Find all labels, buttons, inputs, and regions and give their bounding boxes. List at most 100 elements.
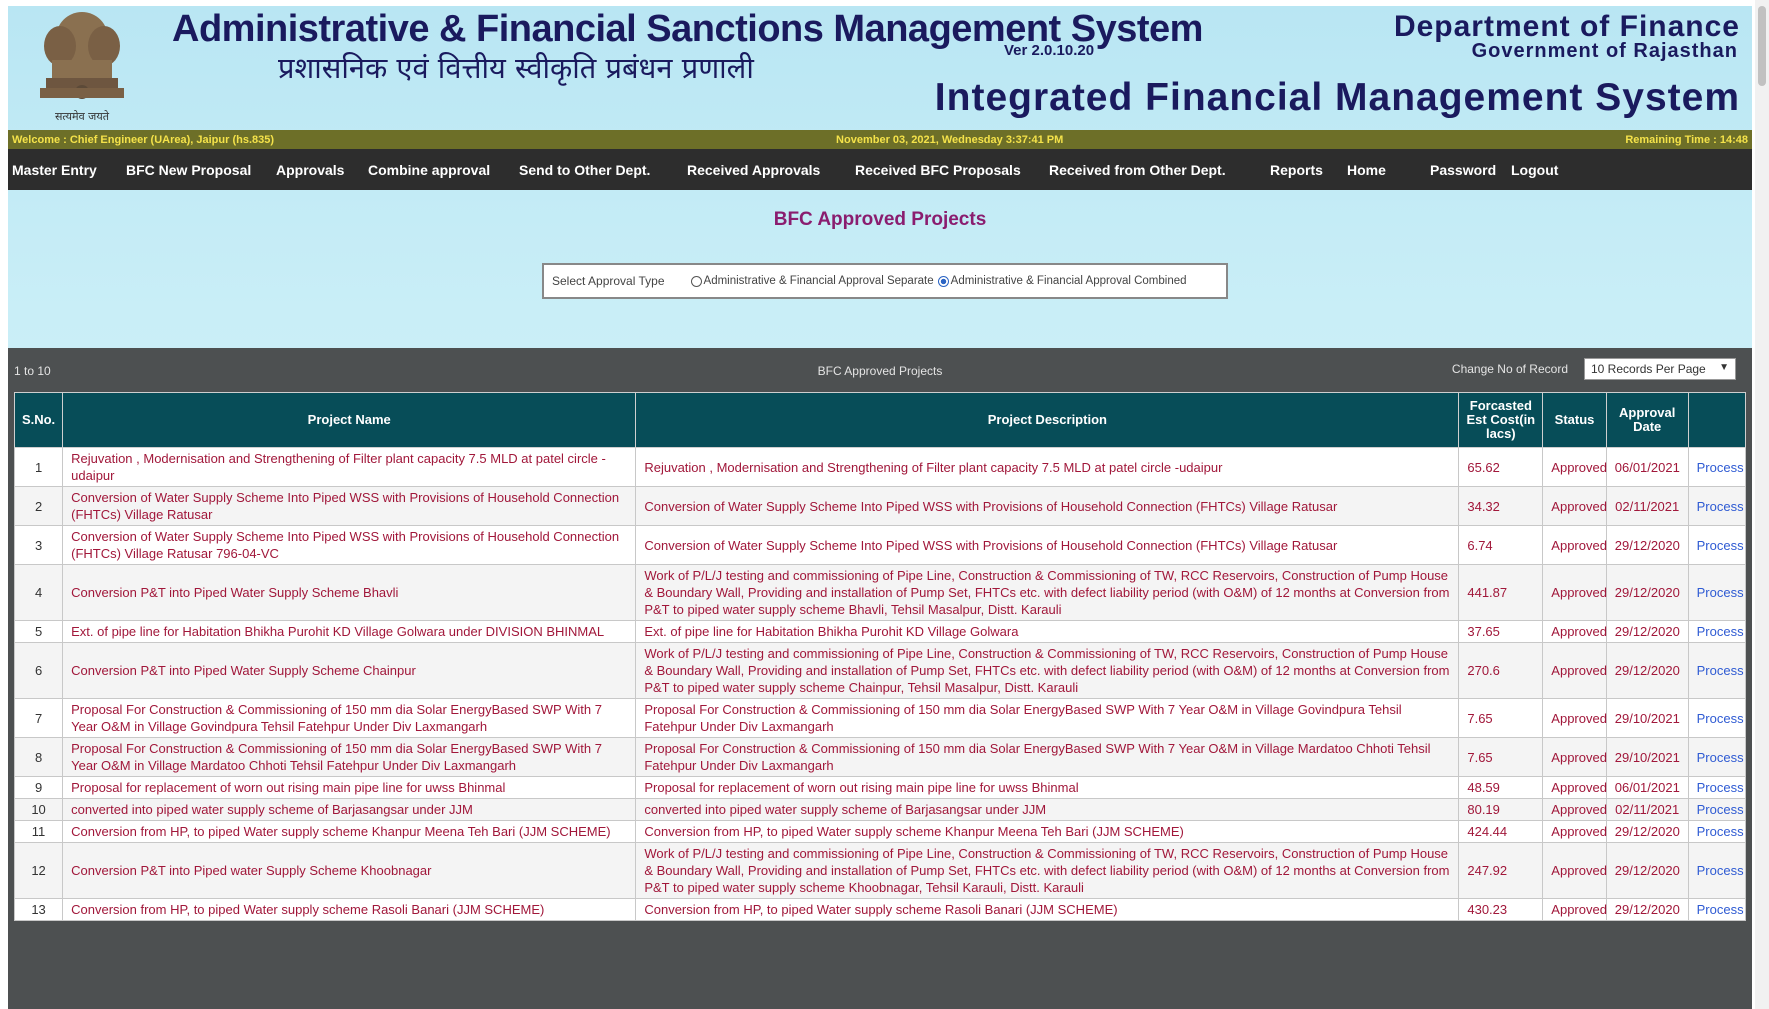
- cell-status: Approved: [1542, 525, 1607, 565]
- table-row: 6 Conversion P&T into Piped Water Supply …: [13, 642, 1747, 699]
- page: सत्यमेव जयते Administrative & Financial …: [8, 6, 1752, 1009]
- table-container: S.No. Project Name Project Description F…: [8, 392, 1752, 1009]
- table-row: 3 Conversion of Water Supply Scheme Into …: [13, 525, 1747, 565]
- cell-sno: 3: [13, 525, 64, 565]
- page-scrollbar[interactable]: [1755, 0, 1769, 1009]
- cell-project-name: Rejuvation , Modernisation and Strengthe…: [62, 447, 637, 487]
- cell-sno: 5: [13, 620, 64, 643]
- process-link[interactable]: Process: [1687, 642, 1747, 699]
- col-action-header: [1687, 392, 1747, 448]
- nav-logout[interactable]: Logout: [1511, 162, 1558, 178]
- cell-sno: 2: [13, 486, 64, 526]
- nav-reports[interactable]: Reports: [1270, 162, 1323, 178]
- cell-project-name: Conversion from HP, to piped Water suppl…: [62, 820, 637, 843]
- cell-cost: 441.87: [1458, 564, 1544, 621]
- cell-sno: 1: [13, 447, 64, 487]
- cell-cost: 6.74: [1458, 525, 1544, 565]
- process-link[interactable]: Process: [1687, 820, 1747, 843]
- col-status-header: Status: [1542, 392, 1607, 448]
- page-title: BFC Approved Projects: [773, 209, 987, 230]
- cell-approval-date: 29/12/2020: [1605, 820, 1689, 843]
- cell-approval-date: 29/10/2021: [1605, 737, 1689, 777]
- emblem-motto: सत्यमेव जयते: [55, 110, 110, 123]
- approval-separate-label[interactable]: Administrative & Financial Approval Sepa…: [704, 275, 934, 287]
- nav-received-approvals[interactable]: Received Approvals: [687, 162, 820, 178]
- current-datetime: November 03, 2021, Wednesday 3:37:41 PM: [836, 133, 1064, 146]
- welcome-bar: Welcome : Chief Engineer (UArea), Jaipur…: [8, 130, 1752, 149]
- records-per-page-select[interactable]: 10 Records Per Page ▼: [1584, 358, 1736, 380]
- col-project-name-header: Project Name: [62, 392, 637, 448]
- table-row: 1 Rejuvation , Modernisation and Strength…: [13, 447, 1747, 487]
- cell-approval-date: 02/11/2021: [1605, 798, 1689, 821]
- process-link[interactable]: Process: [1687, 620, 1747, 643]
- nav-received-bfc-proposals[interactable]: Received BFC Proposals: [855, 162, 1021, 178]
- process-link[interactable]: Process: [1687, 447, 1747, 487]
- approval-combined-label[interactable]: Administrative & Financial Approval Comb…: [951, 275, 1187, 287]
- approval-combined-radio[interactable]: [937, 275, 949, 287]
- cell-sno: 10: [13, 798, 64, 821]
- cell-cost: 65.62: [1458, 447, 1544, 487]
- approval-type-label: Select Approval Type: [552, 274, 665, 288]
- nav-master-entry[interactable]: Master Entry: [12, 162, 97, 178]
- table-row: 9 Proposal for replacement of worn out ri…: [13, 776, 1747, 799]
- cell-project-name: Ext. of pipe line for Habitation Bhikha …: [62, 620, 637, 643]
- cell-sno: 8: [13, 737, 64, 777]
- cell-sno: 13: [13, 898, 64, 921]
- table-row: 8 Proposal For Construction & Commissioni…: [13, 737, 1747, 777]
- cell-project-description: Conversion of Water Supply Scheme Into P…: [635, 486, 1460, 526]
- process-link[interactable]: Process: [1687, 776, 1747, 799]
- nav-combine-approval[interactable]: Combine approval: [368, 162, 490, 178]
- main-nav: Master Entry BFC New Proposal Approvals …: [8, 149, 1752, 190]
- cell-status: Approved: [1542, 564, 1607, 621]
- process-link[interactable]: Process: [1687, 564, 1747, 621]
- cell-project-name: Proposal For Construction & Commissionin…: [62, 737, 637, 777]
- welcome-text: Welcome : Chief Engineer (UArea), Jaipur…: [12, 133, 275, 146]
- cell-status: Approved: [1542, 620, 1607, 643]
- process-link[interactable]: Process: [1687, 898, 1747, 921]
- table-row: 2 Conversion of Water Supply Scheme Into …: [13, 486, 1747, 526]
- process-link[interactable]: Process: [1687, 842, 1747, 899]
- cell-project-name: Conversion P&T into Piped Water Supply S…: [62, 564, 637, 621]
- session-remaining-time: Remaining Time : 14:48: [1625, 133, 1748, 146]
- cell-status: Approved: [1542, 776, 1607, 799]
- cell-project-description: Rejuvation , Modernisation and Strengthe…: [635, 447, 1460, 487]
- table-row: 11 Conversion from HP, to piped Water sup…: [13, 820, 1747, 843]
- chevron-down-icon: ▼: [1719, 362, 1729, 373]
- state-emblem-icon: सत्यमेव जयते: [40, 12, 124, 123]
- nav-password[interactable]: Password: [1430, 162, 1496, 178]
- cell-project-description: Proposal for replacement of worn out ris…: [635, 776, 1460, 799]
- approval-type-selector: Select Approval Type Administrative & Fi…: [542, 263, 1228, 299]
- cell-status: Approved: [1542, 486, 1607, 526]
- scrollbar-thumb[interactable]: [1758, 6, 1766, 86]
- cell-project-name: Proposal For Construction & Commissionin…: [62, 698, 637, 738]
- nav-bfc-new-proposal[interactable]: BFC New Proposal: [126, 162, 251, 178]
- cell-project-description: Work of P/L/J testing and commissioning …: [635, 564, 1460, 621]
- approval-separate-radio[interactable]: [690, 275, 702, 287]
- cell-cost: 430.23: [1458, 898, 1544, 921]
- cell-status: Approved: [1542, 842, 1607, 899]
- cell-cost: 80.19: [1458, 798, 1544, 821]
- nav-home[interactable]: Home: [1347, 162, 1386, 178]
- nav-received-from-other-dept[interactable]: Received from Other Dept.: [1049, 162, 1226, 178]
- process-link[interactable]: Process: [1687, 737, 1747, 777]
- nav-send-to-other-dept[interactable]: Send to Other Dept.: [519, 162, 650, 178]
- process-link[interactable]: Process: [1687, 525, 1747, 565]
- cell-cost: 7.65: [1458, 698, 1544, 738]
- cell-sno: 12: [13, 842, 64, 899]
- cell-status: Approved: [1542, 447, 1607, 487]
- cell-project-name: Proposal for replacement of worn out ris…: [62, 776, 637, 799]
- table-row: 7 Proposal For Construction & Commissioni…: [13, 698, 1747, 738]
- process-link[interactable]: Process: [1687, 698, 1747, 738]
- cell-cost: 34.32: [1458, 486, 1544, 526]
- version-label: Ver 2.0.10.20: [1004, 42, 1095, 59]
- cell-approval-date: 29/12/2020: [1605, 898, 1689, 921]
- cell-approval-date: 29/12/2020: [1605, 620, 1689, 643]
- table-row: 5 Ext. of pipe line for Habitation Bhikha…: [13, 620, 1747, 643]
- nav-approvals[interactable]: Approvals: [276, 162, 344, 178]
- cell-sno: 6: [13, 642, 64, 699]
- process-link[interactable]: Process: [1687, 486, 1747, 526]
- records-per-page-value: 10 Records Per Page: [1591, 362, 1706, 376]
- process-link[interactable]: Process: [1687, 798, 1747, 821]
- cell-cost: 7.65: [1458, 737, 1544, 777]
- cell-status: Approved: [1542, 642, 1607, 699]
